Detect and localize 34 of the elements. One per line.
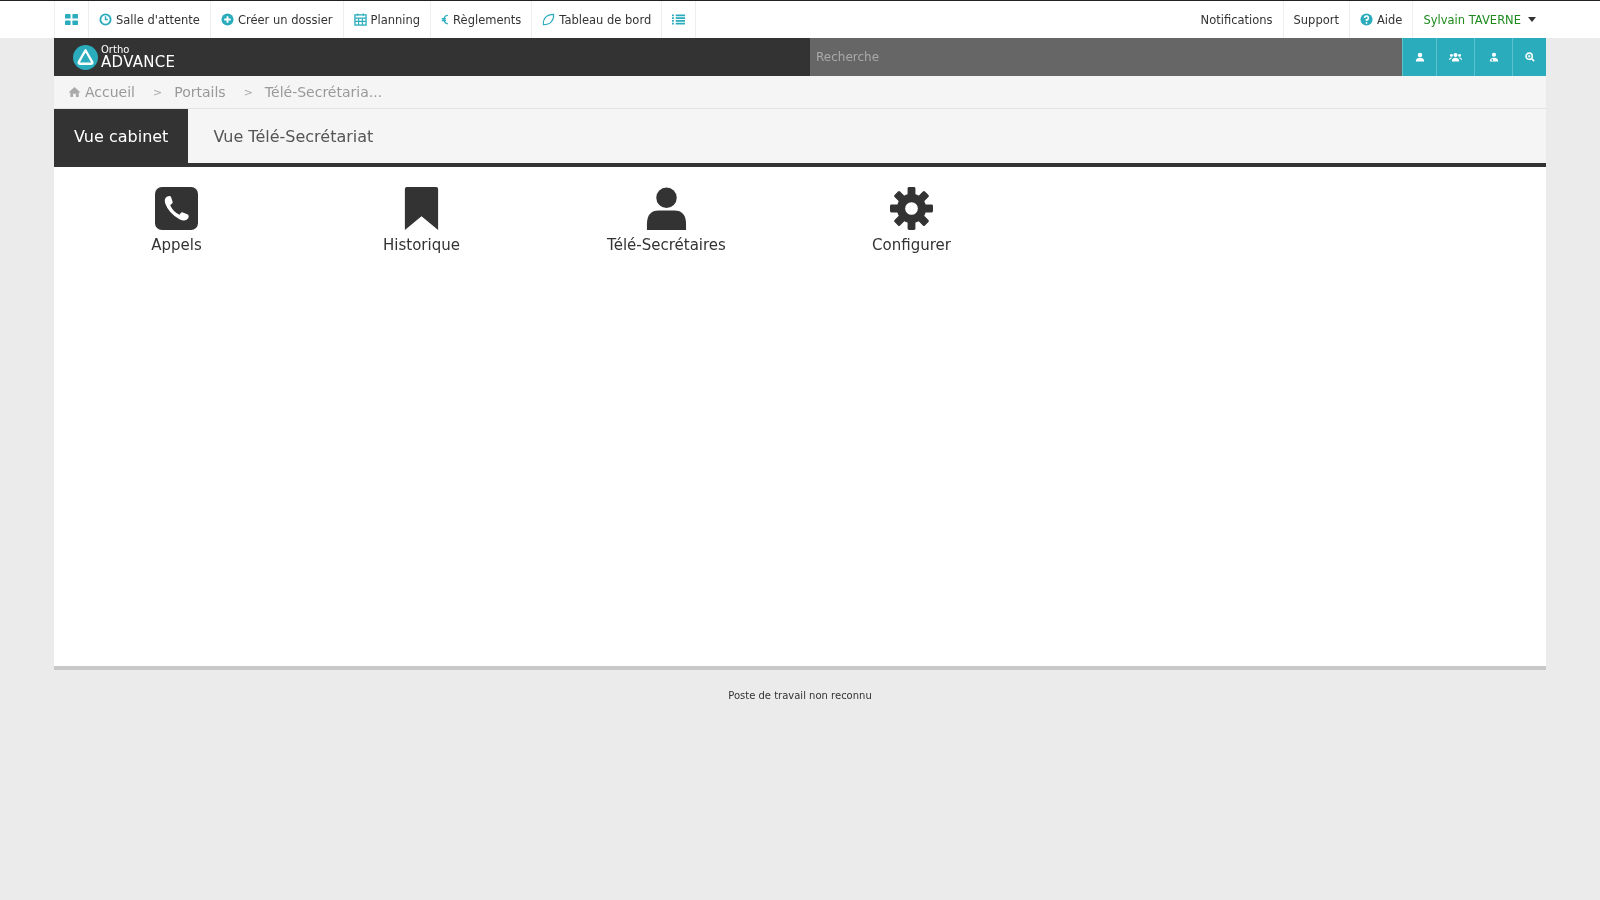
search-button[interactable]: [1436, 38, 1474, 76]
person-icon: [1414, 52, 1425, 62]
help-icon: [1360, 13, 1373, 26]
caret-icon: [1528, 17, 1536, 22]
euro-icon: [441, 13, 450, 26]
portal-tile[interactable]: Historique: [299, 187, 544, 254]
leaf-icon: [542, 13, 556, 26]
search-button[interactable]: [1512, 38, 1546, 76]
grid-icon: [65, 13, 78, 26]
clock-icon: [99, 13, 112, 26]
calendar-icon: [353, 13, 367, 26]
home-icon: [68, 86, 81, 98]
group-icon: [1449, 52, 1462, 62]
search-field[interactable]: Recherche: [810, 38, 1402, 76]
person-icon: [645, 187, 688, 230]
gear-icon: [890, 187, 933, 230]
logo[interactable]: Ortho ADVANCE: [54, 38, 176, 76]
doctor-icon: [1488, 52, 1499, 62]
portal-tile[interactable]: Configurer: [789, 187, 1034, 254]
search-button[interactable]: [1474, 38, 1512, 76]
search-icon: [1524, 52, 1535, 62]
portal-tile[interactable]: Télé-Secrétaires: [544, 187, 789, 254]
search-button[interactable]: [1402, 38, 1436, 76]
breadcrumb-separator: >: [243, 85, 253, 99]
plus-circle-icon: [220, 13, 234, 26]
phone-icon: [155, 187, 198, 230]
tab[interactable]: Vue Télé-Secrétariat: [193, 109, 394, 163]
nav-link[interactable]: Sylvain TAVERNE: [1413, 1, 1546, 38]
logo-icon: [73, 44, 98, 70]
list-icon: [672, 13, 686, 26]
breadcrumb-separator: >: [153, 85, 163, 99]
tab[interactable]: Vue cabinet: [54, 109, 189, 163]
footer-text: Poste de travail non reconnu: [727, 690, 873, 701]
portal-tile[interactable]: Appels: [54, 187, 299, 254]
